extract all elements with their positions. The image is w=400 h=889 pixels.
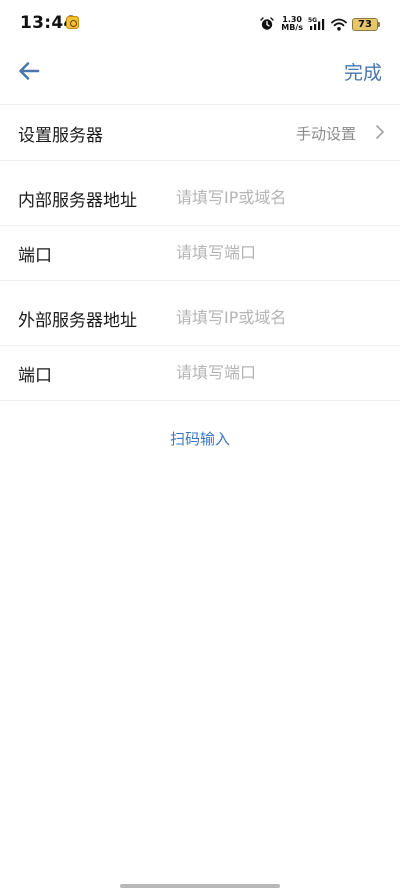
navigation-bar: 完成 [0,48,400,104]
network-speed: 1.30 MB/s [281,16,303,32]
divider [0,400,400,401]
home-indicator[interactable] [120,884,280,888]
external-port-row: 端口 [0,346,400,400]
app-notification-icon [66,16,79,29]
external-address-row: 外部服务器地址 [0,290,400,345]
wifi-icon [331,18,347,31]
internal-address-label: 内部服务器地址 [18,191,137,211]
server-setting-label: 设置服务器 [18,126,103,146]
status-indicators: 1.30 MB/s 5G 73 [260,14,380,34]
external-port-input[interactable] [176,360,382,384]
external-address-label: 外部服务器地址 [18,311,137,331]
battery-level: 73 [358,18,372,30]
server-setting-value: 手动设置 [295,125,356,143]
chevron-right-icon [376,125,384,139]
network-type-label: 5G [308,17,317,24]
back-button[interactable] [14,56,44,86]
external-address-input[interactable] [176,305,382,329]
internal-port-row: 端口 [0,226,400,280]
divider [0,160,400,161]
status-bar: 13:44 1.30 MB/s 5G 73 [0,0,400,48]
internal-address-row: 内部服务器地址 [0,170,400,225]
internal-address-input[interactable] [176,185,382,209]
battery-icon: 73 [352,17,380,31]
server-setting-row[interactable]: 设置服务器 手动设置 [0,105,400,160]
internal-port-label: 端口 [18,246,52,266]
divider [0,280,400,281]
internal-port-input[interactable] [176,240,382,264]
external-port-label: 端口 [18,366,52,386]
network-speed-unit: MB/s [281,23,303,32]
alarm-clock-icon [260,17,274,31]
cellular-signal-icon: 5G [308,17,326,31]
done-button[interactable]: 完成 [344,58,382,85]
arrow-left-icon [19,62,40,80]
scan-input-link[interactable]: 扫码输入 [0,428,400,449]
